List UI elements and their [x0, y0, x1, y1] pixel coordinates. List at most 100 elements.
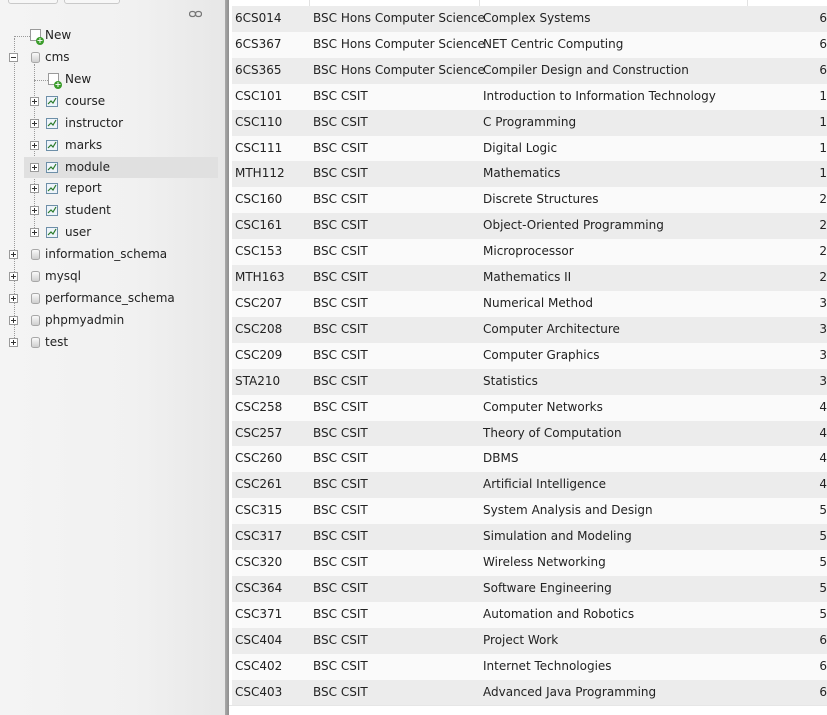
- tree-item-phpmyadmin[interactable]: phpmyadmin: [6, 310, 218, 331]
- table-row[interactable]: 6CS367 BSC Hons Computer Science NET Centr…: [232, 31, 827, 58]
- module-code-cell[interactable]: CSC208: [235, 317, 282, 343]
- module-code-cell[interactable]: CSC209: [235, 343, 282, 369]
- module-name-cell[interactable]: Computer Networks: [483, 395, 603, 421]
- program-cell[interactable]: BSC CSIT: [313, 395, 368, 421]
- module-code-cell[interactable]: CSC371: [235, 602, 282, 628]
- module-code-cell[interactable]: CSC101: [235, 84, 282, 110]
- module-name-cell[interactable]: Computer Graphics: [483, 343, 599, 369]
- module-code-cell[interactable]: CSC403: [235, 680, 282, 706]
- module-name-cell[interactable]: Software Engineering: [483, 576, 612, 602]
- table-row[interactable]: MTH163 BSC CSIT Mathematics II 2: [232, 265, 827, 291]
- tree-item-performance-schema[interactable]: performance_schema: [6, 288, 218, 309]
- expand-icon[interactable]: [9, 272, 18, 281]
- module-name-cell[interactable]: Internet Technologies: [483, 654, 612, 680]
- semester-cell[interactable]: 2: [819, 239, 827, 265]
- semester-cell[interactable]: 6: [819, 628, 827, 654]
- program-cell[interactable]: BSC CSIT: [313, 291, 368, 317]
- semester-cell[interactable]: 3: [819, 369, 827, 395]
- semester-cell[interactable]: 5: [819, 576, 827, 602]
- module-name-cell[interactable]: System Analysis and Design: [483, 498, 653, 524]
- module-code-cell[interactable]: 6CS367: [235, 32, 282, 58]
- table-row[interactable]: CSC261 BSC CSIT Artificial Intelligence 4: [232, 472, 827, 499]
- semester-cell[interactable]: 3: [819, 317, 827, 343]
- module-name-cell[interactable]: Object-Oriented Programming: [483, 213, 664, 239]
- expand-icon[interactable]: [30, 141, 39, 150]
- program-cell[interactable]: BSC Hons Computer Science: [313, 32, 485, 58]
- table-row[interactable]: CSC258 BSC CSIT Computer Networks 4: [232, 394, 827, 421]
- program-cell[interactable]: BSC CSIT: [313, 498, 368, 524]
- module-code-cell[interactable]: CSC261: [235, 472, 282, 498]
- semester-cell[interactable]: 6: [819, 6, 827, 32]
- expand-icon[interactable]: [9, 250, 18, 259]
- program-cell[interactable]: BSC CSIT: [313, 472, 368, 498]
- expand-icon[interactable]: [9, 338, 18, 347]
- table-row[interactable]: CSC315 BSC CSIT System Analysis and Design…: [232, 498, 827, 525]
- module-code-cell[interactable]: CSC402: [235, 654, 282, 680]
- expand-icon[interactable]: [30, 119, 39, 128]
- module-code-cell[interactable]: CSC161: [235, 213, 282, 239]
- program-cell[interactable]: BSC CSIT: [313, 110, 368, 136]
- module-code-cell[interactable]: CSC404: [235, 628, 282, 654]
- semester-cell[interactable]: 5: [819, 524, 827, 550]
- table-row[interactable]: CSC260 BSC CSIT DBMS 4: [232, 446, 827, 473]
- module-code-cell[interactable]: STA210: [235, 369, 280, 395]
- module-code-cell[interactable]: CSC111: [235, 136, 282, 162]
- semester-cell[interactable]: 5: [819, 498, 827, 524]
- semester-cell[interactable]: 4: [819, 446, 827, 472]
- program-cell[interactable]: BSC CSIT: [313, 84, 368, 110]
- expand-icon[interactable]: [30, 206, 39, 215]
- module-name-cell[interactable]: Advanced Java Programming: [483, 680, 656, 706]
- module-name-cell[interactable]: Simulation and Modeling: [483, 524, 632, 550]
- semester-cell[interactable]: 1: [819, 110, 827, 136]
- tree-item-instructor[interactable]: instructor: [24, 113, 218, 134]
- tree-item-new[interactable]: New: [28, 25, 218, 46]
- program-cell[interactable]: BSC CSIT: [313, 421, 368, 447]
- module-code-cell[interactable]: CSC315: [235, 498, 282, 524]
- table-row[interactable]: CSC153 BSC CSIT Microprocessor 2: [232, 239, 827, 266]
- module-code-cell[interactable]: CSC207: [235, 291, 282, 317]
- tree-item-report[interactable]: report: [24, 178, 218, 199]
- program-cell[interactable]: BSC Hons Computer Science: [313, 58, 485, 84]
- module-name-cell[interactable]: Discrete Structures: [483, 187, 598, 213]
- semester-cell[interactable]: 2: [819, 265, 827, 291]
- program-cell[interactable]: BSC CSIT: [313, 576, 368, 602]
- tree-item-cms[interactable]: cms: [6, 47, 218, 68]
- module-name-cell[interactable]: Digital Logic: [483, 136, 557, 162]
- table-row[interactable]: 6CS014 BSC Hons Computer Science Complex S…: [232, 6, 827, 32]
- program-cell[interactable]: BSC CSIT: [313, 187, 368, 213]
- table-row[interactable]: MTH112 BSC CSIT Mathematics 1: [232, 161, 827, 188]
- collapse-icon[interactable]: [9, 53, 18, 62]
- semester-cell[interactable]: 1: [819, 84, 827, 110]
- expand-icon[interactable]: [9, 294, 18, 303]
- tree-item-marks[interactable]: marks: [24, 135, 218, 156]
- module-code-cell[interactable]: CSC110: [235, 110, 282, 136]
- module-name-cell[interactable]: Theory of Computation: [483, 421, 622, 447]
- module-name-cell[interactable]: NET Centric Computing: [483, 32, 623, 58]
- module-code-cell[interactable]: 6CS014: [235, 6, 282, 32]
- table-row[interactable]: CSC257 BSC CSIT Theory of Computation 4: [232, 420, 827, 447]
- semester-cell[interactable]: 4: [819, 472, 827, 498]
- module-code-cell[interactable]: MTH112: [235, 161, 285, 187]
- program-cell[interactable]: BSC CSIT: [313, 680, 368, 706]
- tree-item-module[interactable]: module: [24, 157, 218, 178]
- semester-cell[interactable]: 6: [819, 58, 827, 84]
- program-cell[interactable]: BSC CSIT: [313, 524, 368, 550]
- module-name-cell[interactable]: Mathematics II: [483, 265, 571, 291]
- semester-cell[interactable]: 2: [819, 213, 827, 239]
- semester-cell[interactable]: 6: [819, 32, 827, 58]
- table-row[interactable]: 6CS365 BSC Hons Computer Science Compiler …: [232, 57, 827, 84]
- semester-cell[interactable]: 1: [819, 136, 827, 162]
- semester-cell[interactable]: 5: [819, 550, 827, 576]
- tree-item-student[interactable]: student: [24, 200, 218, 221]
- semester-cell[interactable]: 5: [819, 602, 827, 628]
- table-row[interactable]: CSC371 BSC CSIT Automation and Robotics 5: [232, 601, 827, 628]
- nav-top-button[interactable]: [64, 0, 120, 4]
- program-cell[interactable]: BSC CSIT: [313, 343, 368, 369]
- table-row[interactable]: CSC320 BSC CSIT Wireless Networking 5: [232, 550, 827, 576]
- program-cell[interactable]: BSC Hons Computer Science: [313, 6, 485, 32]
- semester-cell[interactable]: 6: [819, 680, 827, 706]
- module-name-cell[interactable]: Mathematics: [483, 161, 560, 187]
- program-cell[interactable]: BSC CSIT: [313, 550, 368, 576]
- program-cell[interactable]: BSC CSIT: [313, 161, 368, 187]
- module-name-cell[interactable]: Artificial Intelligence: [483, 472, 606, 498]
